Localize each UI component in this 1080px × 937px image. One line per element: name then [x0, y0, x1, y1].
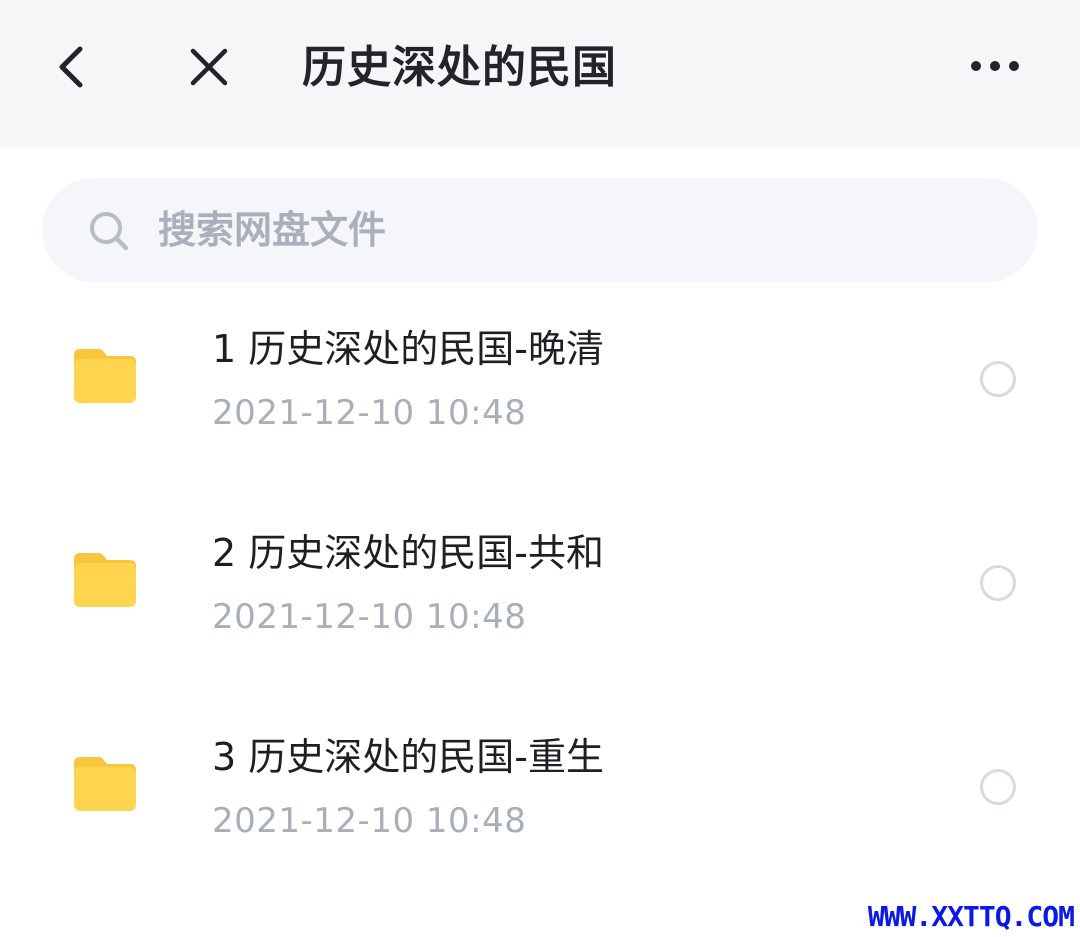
file-modified-time: 2021-12-10 10:48: [212, 801, 527, 841]
file-name: 3 历史深处的民国-重生: [212, 735, 604, 779]
file-name: 2 历史深处的民国-共和: [212, 531, 604, 575]
watermark: WWW.XXTTQ.COM: [867, 900, 1075, 933]
file-row[interactable]: 3 历史深处的民国-重生 2021-12-10 10:48: [0, 705, 1080, 909]
search-input[interactable]: [158, 200, 978, 260]
close-button[interactable]: [176, 30, 242, 104]
chevron-left-icon: [59, 46, 83, 88]
file-modified-time: 2021-12-10 10:48: [212, 597, 527, 637]
more-horizontal-icon: [971, 61, 1019, 71]
folder-icon: [74, 757, 136, 811]
more-button[interactable]: [960, 36, 1030, 96]
select-radio[interactable]: [980, 565, 1016, 601]
search-bar[interactable]: [42, 178, 1038, 282]
select-radio[interactable]: [980, 769, 1016, 805]
file-modified-time: 2021-12-10 10:48: [212, 393, 527, 433]
file-row[interactable]: 2 历史深处的民国-共和 2021-12-10 10:48: [0, 501, 1080, 705]
file-row[interactable]: 1 历史深处的民国-晚清 2021-12-10 10:48: [0, 297, 1080, 501]
file-name: 1 历史深处的民国-晚清: [212, 327, 604, 371]
search-icon: [90, 212, 129, 251]
file-list: 1 历史深处的民国-晚清 2021-12-10 10:48 2 历史深处的民国-…: [0, 297, 1080, 909]
close-icon: [190, 48, 228, 86]
folder-icon: [74, 553, 136, 607]
page-title: 历史深处的民国: [302, 42, 617, 93]
folder-icon: [74, 349, 136, 403]
select-radio[interactable]: [980, 361, 1016, 397]
back-button[interactable]: [40, 30, 100, 104]
top-bar: 历史深处的民国: [0, 0, 1080, 147]
